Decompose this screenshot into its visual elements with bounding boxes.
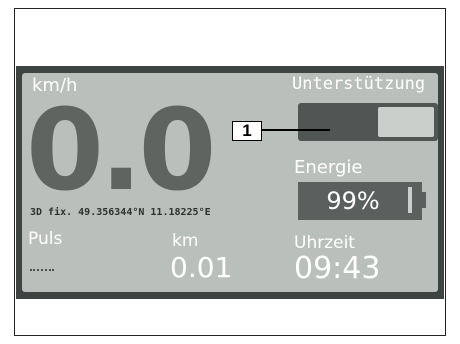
gps-status: 3D fix. 49.356344°N 11.18225°E [30, 207, 211, 218]
battery-icon: 99% [298, 182, 422, 220]
battery-tip [422, 192, 426, 208]
battery-percent: 99% [326, 187, 380, 215]
distance-value: 0.01 [170, 251, 233, 284]
callout-line [262, 129, 330, 131]
callout-badge: 1 [232, 121, 262, 141]
support-label: Unterstützung [292, 74, 426, 94]
energy-label: Energie [294, 157, 363, 178]
clock-label: Uhrzeit [294, 233, 355, 253]
puls-value-placeholder [30, 269, 54, 271]
speed-value: 0.0 [26, 86, 216, 216]
battery-unfilled-segment [408, 187, 412, 213]
clock-value: 09:43 [294, 251, 381, 286]
puls-label: Puls [28, 229, 63, 249]
lcd-screen: km/h 0.0 3D fix. 49.356344°N 11.18225°E … [22, 73, 438, 292]
support-level-empty-segment [378, 107, 434, 137]
distance-label: km [172, 231, 199, 251]
